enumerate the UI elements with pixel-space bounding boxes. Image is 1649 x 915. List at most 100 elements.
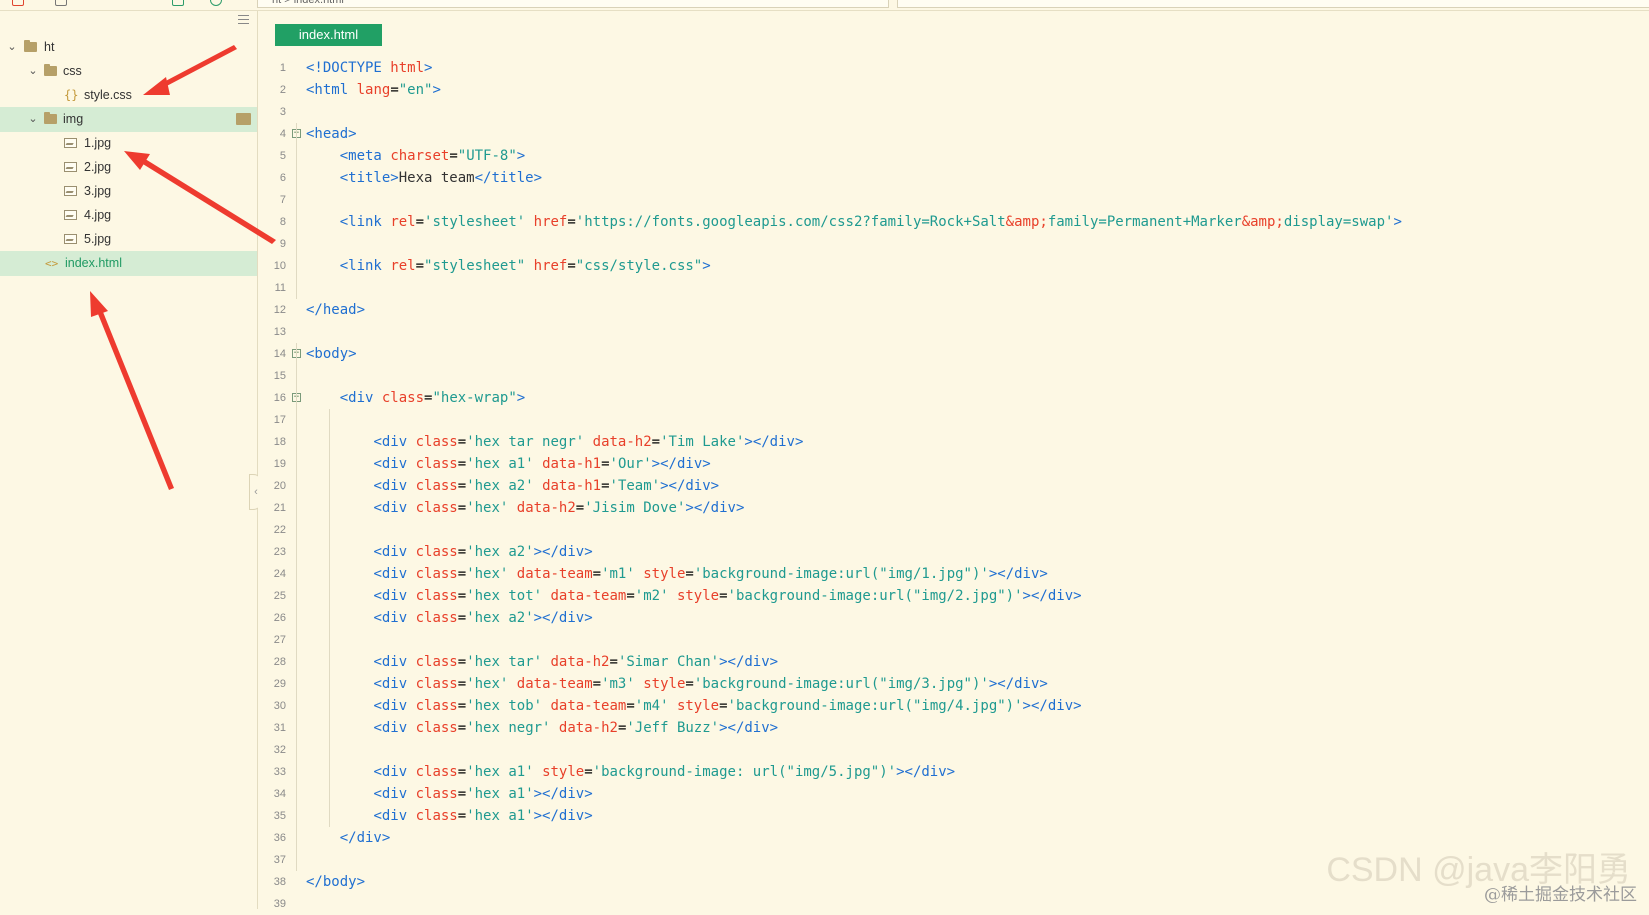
sidebar-menu-icon[interactable] — [238, 15, 249, 24]
code-text: <div class='hex a1'></div> — [373, 808, 593, 824]
line-number: 16 — [273, 392, 286, 404]
history-icon[interactable] — [210, 0, 222, 6]
tree-file-1-jpg[interactable]: 1.jpg — [0, 131, 257, 156]
code-line[interactable]: 32 — [258, 739, 1649, 761]
tree-file-2-jpg[interactable]: 2.jpg — [0, 155, 257, 180]
image-file-icon — [64, 234, 77, 244]
line-number: 2 — [279, 84, 286, 96]
code-line[interactable]: 22 — [258, 519, 1649, 541]
code-text: <!DOCTYPE html> — [306, 60, 433, 76]
code-line[interactable]: 12 </head> — [258, 299, 1649, 321]
code-line[interactable]: 8 <link rel='stylesheet' href='https://f… — [258, 211, 1649, 233]
code-line[interactable]: 35 <div class='hex a1'></div> — [258, 805, 1649, 827]
tree-file-4-jpg[interactable]: 4.jpg — [0, 203, 257, 228]
line-number: 34 — [273, 788, 286, 800]
folder-icon — [24, 40, 37, 52]
code-line[interactable]: 24 <div class='hex' data-team='m1' style… — [258, 563, 1649, 585]
code-line[interactable]: 10 <link rel="stylesheet" href="css/styl… — [258, 255, 1649, 277]
code-line[interactable]: 16− <div class="hex-wrap"> — [258, 387, 1649, 409]
chevron-down-icon[interactable]: ⌄ — [27, 59, 39, 84]
code-line[interactable]: 29 <div class='hex' data-team='m3' style… — [258, 673, 1649, 695]
code-text: <div class="hex-wrap"> — [339, 390, 526, 406]
open-folder-icon[interactable] — [236, 113, 251, 125]
line-number: 10 — [273, 260, 286, 272]
code-line[interactable]: 2 <html lang="en"> — [258, 79, 1649, 101]
code-text: <div class='hex tar negr' data-h2='Tim L… — [373, 434, 804, 450]
line-number: 12 — [273, 304, 286, 316]
line-number: 33 — [273, 766, 286, 778]
code-line[interactable]: 30 <div class='hex tob' data-team='m4' s… — [258, 695, 1649, 717]
code-line[interactable]: 15 — [258, 365, 1649, 387]
code-line[interactable]: 20 <div class='hex a2' data-h1='Team'></… — [258, 475, 1649, 497]
tree-label: 2.jpg — [84, 160, 112, 174]
line-number: 20 — [273, 480, 286, 492]
line-number: 26 — [273, 612, 286, 624]
line-number: 7 — [279, 194, 286, 206]
new-file-icon[interactable] — [12, 0, 24, 6]
tab-index-html[interactable]: index.html — [275, 24, 382, 46]
code-line[interactable]: 26 <div class='hex a2'></div> — [258, 607, 1649, 629]
tree-file-style-css[interactable]: {} style.css — [0, 83, 257, 108]
save-icon[interactable] — [55, 0, 67, 6]
tree-label: 1.jpg — [84, 136, 112, 150]
line-number: 4 — [279, 128, 286, 140]
image-file-icon — [64, 186, 77, 196]
code-line[interactable]: 9 — [258, 233, 1649, 255]
chevron-down-icon[interactable]: ⌄ — [27, 107, 39, 132]
line-number: 25 — [273, 590, 286, 602]
code-line[interactable]: 17 — [258, 409, 1649, 431]
watermark-juejin: @稀土掘金技术社区 — [1484, 885, 1637, 905]
bookmark-icon[interactable] — [172, 0, 184, 6]
tree-folder-css[interactable]: ⌄ css — [0, 59, 257, 84]
code-line[interactable]: 34 <div class='hex a1'></div> — [258, 783, 1649, 805]
code-line[interactable]: 13 — [258, 321, 1649, 343]
code-line[interactable]: 23 <div class='hex a2'></div> — [258, 541, 1649, 563]
line-number: 28 — [273, 656, 286, 668]
code-line[interactable]: 21 <div class='hex' data-h2='Jisim Dove'… — [258, 497, 1649, 519]
code-line[interactable]: 27 — [258, 629, 1649, 651]
line-number: 15 — [273, 370, 286, 382]
line-number: 22 — [273, 524, 286, 536]
code-line[interactable]: 19 <div class='hex a1' data-h1='Our'></d… — [258, 453, 1649, 475]
tree-label: style.css — [84, 88, 132, 102]
tree-label: img — [63, 112, 84, 126]
code-line[interactable]: 14−<body> — [258, 343, 1649, 365]
line-number: 32 — [273, 744, 286, 756]
code-line[interactable]: 39 — [258, 893, 1649, 915]
tree-folder-img[interactable]: ⌄ img — [0, 107, 257, 132]
chevron-down-icon[interactable]: ⌄ — [6, 35, 18, 60]
tree-file-5-jpg[interactable]: 5.jpg — [0, 227, 257, 252]
code-text: <div class='hex a2'></div> — [373, 610, 593, 626]
code-line[interactable]: 11 — [258, 277, 1649, 299]
path-breadcrumb[interactable]: ht > index.html — [257, 0, 889, 8]
tree-label: 3.jpg — [84, 184, 112, 198]
folder-icon — [44, 64, 57, 76]
line-number: 31 — [273, 722, 286, 734]
code-editor[interactable]: index.html 1 <!DOCTYPE html> 2 <html lang="… — [258, 11, 1649, 910]
code-line[interactable]: 3 — [258, 101, 1649, 123]
code-text: <div class='hex a2' data-h1='Team'></div… — [373, 478, 720, 494]
back-icon[interactable] — [95, 0, 107, 6]
tree-file-3-jpg[interactable]: 3.jpg — [0, 179, 257, 204]
html-file-icon: <> — [45, 257, 59, 270]
file-search-input[interactable] — [897, 0, 1649, 8]
code-line[interactable]: 6 <title>Hexa team</title> — [258, 167, 1649, 189]
code-line[interactable]: 33 <div class='hex a1' style='background… — [258, 761, 1649, 783]
code-line[interactable]: 31 <div class='hex negr' data-h2='Jeff B… — [258, 717, 1649, 739]
line-number: 38 — [273, 876, 286, 888]
code-text: <div class='hex' data-team='m1' style='b… — [373, 566, 1048, 582]
code-text: <div class='hex tar' data-h2='Simar Chan… — [373, 654, 779, 670]
code-line[interactable]: 28 <div class='hex tar' data-h2='Simar C… — [258, 651, 1649, 673]
code-line[interactable]: 18 <div class='hex tar negr' data-h2='Ti… — [258, 431, 1649, 453]
code-line[interactable]: 1 <!DOCTYPE html> — [258, 57, 1649, 79]
code-line[interactable]: 7 — [258, 189, 1649, 211]
code-text: <body> — [306, 346, 357, 362]
tree-file-index-html[interactable]: <> index.html — [0, 251, 257, 276]
code-text: <div class='hex a1'></div> — [373, 786, 593, 802]
code-line[interactable]: 25 <div class='hex tot' data-team='m2' s… — [258, 585, 1649, 607]
code-line[interactable]: 4−<head> — [258, 123, 1649, 145]
code-line[interactable]: 5 <meta charset="UTF-8"> — [258, 145, 1649, 167]
code-text: <div class='hex tob' data-team='m4' styl… — [373, 698, 1082, 714]
forward-icon[interactable] — [135, 0, 147, 6]
tree-folder-ht[interactable]: ⌄ ht — [0, 35, 257, 60]
